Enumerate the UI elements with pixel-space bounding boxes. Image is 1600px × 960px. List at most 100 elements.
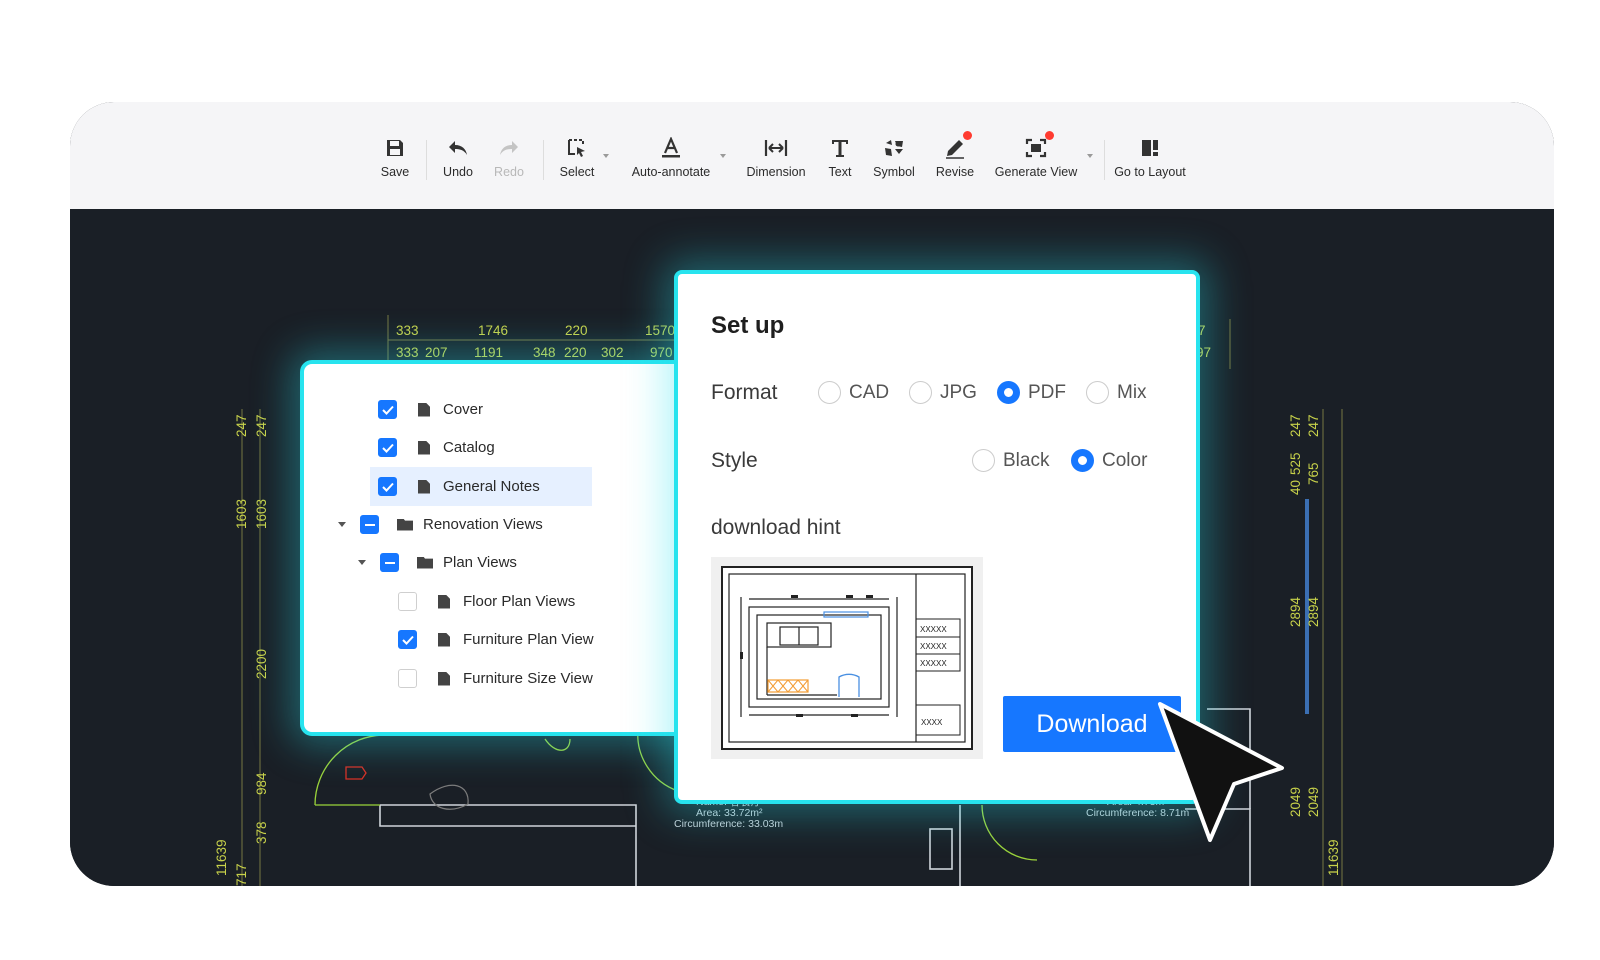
dim-text: 40 xyxy=(1288,480,1303,495)
tree-item[interactable]: Plan Views xyxy=(358,543,598,582)
dim-text: 1746 xyxy=(478,323,508,338)
tree-item-selected[interactable]: General Notes xyxy=(370,467,592,506)
dim-text: 247 xyxy=(254,414,269,437)
radio-unselected[interactable] xyxy=(1086,381,1109,404)
select-dropdown-caret[interactable] xyxy=(603,154,609,158)
setup-title: Set up xyxy=(711,312,785,339)
check-icon xyxy=(381,482,394,492)
revise-button[interactable]: Revise xyxy=(909,136,1001,179)
setup-dialog: Set up Format CAD JPG PDF Mix Style Blac… xyxy=(674,270,1200,804)
dim-text: 333 xyxy=(396,323,419,338)
dim-text: 970 xyxy=(650,345,673,360)
tree-item-label: General Notes xyxy=(443,478,540,495)
tree-item-label: Catalog xyxy=(443,439,495,456)
revise-notification-dot xyxy=(963,131,972,140)
checkbox-partial[interactable] xyxy=(380,553,399,572)
file-icon xyxy=(438,632,450,647)
symbol-icon xyxy=(882,136,906,160)
tree-item[interactable]: Cover xyxy=(378,390,598,429)
radio-selected[interactable] xyxy=(997,381,1020,404)
auto-annotate-label: Auto-annotate xyxy=(631,165,711,179)
dim-text: 247 xyxy=(1288,414,1303,437)
generate-view-icon xyxy=(1024,136,1048,160)
save-label: Save xyxy=(380,165,410,179)
tree-item-label: Furniture Plan View xyxy=(463,631,594,648)
select-button[interactable]: Select xyxy=(531,136,623,179)
tree-item-label: Plan Views xyxy=(443,554,517,571)
dim-text: 11639 xyxy=(214,839,229,876)
style-option-black[interactable]: Black xyxy=(972,449,1049,472)
layout-icon xyxy=(1138,136,1162,160)
checkbox-unchecked[interactable] xyxy=(398,592,417,611)
expand-arrow-icon[interactable] xyxy=(338,522,346,527)
radio-unselected[interactable] xyxy=(818,381,841,404)
tree-item[interactable]: Catalog xyxy=(378,428,598,467)
checkbox-checked[interactable] xyxy=(378,477,397,496)
checkbox-partial[interactable] xyxy=(360,515,379,534)
generate-view-button[interactable]: Generate View xyxy=(990,136,1082,179)
checkbox-checked[interactable] xyxy=(378,400,397,419)
dim-text: 348 xyxy=(533,345,556,360)
format-option-jpg[interactable]: JPG xyxy=(909,381,977,404)
room-label: Circumference: 33.03m xyxy=(674,818,783,830)
mouse-cursor-icon xyxy=(1150,700,1290,855)
download-hint-preview: XXXXX XXXXX XXXXX XXXX xyxy=(711,557,983,759)
file-icon xyxy=(438,594,450,609)
radio-label: Mix xyxy=(1117,381,1147,403)
tree-item[interactable]: Renovation Views xyxy=(338,505,598,544)
tree-item-label: Floor Plan Views xyxy=(463,593,576,610)
checkbox-unchecked[interactable] xyxy=(398,669,417,688)
tree-item[interactable]: Furniture Size View xyxy=(398,659,618,698)
redo-icon xyxy=(497,136,521,160)
dim-text: 302 xyxy=(601,345,624,360)
format-option-cad[interactable]: CAD xyxy=(818,381,889,404)
auto-annotate-button[interactable]: Auto-annotate xyxy=(625,136,717,179)
dim-text: 1191 xyxy=(474,345,503,360)
dim-text: 333 xyxy=(396,345,419,360)
tree-item-label: Cover xyxy=(443,401,484,418)
radio-label: PDF xyxy=(1028,381,1066,403)
go-to-layout-button[interactable]: Go to Layout xyxy=(1104,136,1196,179)
tree-item[interactable]: Floor Plan Views xyxy=(398,582,618,621)
radio-label: Color xyxy=(1102,449,1148,471)
radio-selected[interactable] xyxy=(1071,449,1094,472)
dim-text: 984 xyxy=(254,772,269,795)
redo-label: Redo xyxy=(494,165,524,179)
radio-unselected[interactable] xyxy=(972,449,995,472)
format-option-pdf[interactable]: PDF xyxy=(997,381,1066,404)
select-label: Select xyxy=(559,165,595,179)
dim-text: 1570 xyxy=(645,323,675,338)
dim-text: 1603 xyxy=(254,499,269,529)
generate-view-dropdown-caret[interactable] xyxy=(1087,154,1093,158)
file-icon xyxy=(418,402,430,417)
dim-text: 220 xyxy=(564,345,587,360)
floor-plan-preview-image: XXXXX XXXXX XXXXX XXXX xyxy=(721,566,973,750)
select-icon xyxy=(565,136,589,160)
file-icon xyxy=(438,671,450,686)
expand-arrow-icon[interactable] xyxy=(358,560,366,565)
checkbox-checked[interactable] xyxy=(398,630,417,649)
file-icon xyxy=(418,479,430,494)
radio-unselected[interactable] xyxy=(909,381,932,404)
style-option-color[interactable]: Color xyxy=(1071,449,1147,472)
dim-text: 220 xyxy=(565,323,588,338)
toolbar: Save Undo Redo Select Auto-annotate Dime… xyxy=(70,102,1554,209)
radio-label: JPG xyxy=(940,381,977,403)
dim-text: 247 xyxy=(234,414,249,437)
style-label: Style xyxy=(711,449,758,472)
format-label: Format xyxy=(711,381,778,404)
auto-annotate-dropdown-caret[interactable] xyxy=(720,154,726,158)
go-to-layout-label: Go to Layout xyxy=(1114,165,1186,179)
generate-view-label: Generate View xyxy=(994,165,1078,179)
save-icon xyxy=(383,136,407,160)
preview-text: XXXXX xyxy=(920,625,947,634)
dim-text: 525 xyxy=(1288,452,1303,475)
auto-annotate-icon xyxy=(659,136,683,160)
app-frame: Save Undo Redo Select Auto-annotate Dime… xyxy=(70,102,1554,886)
preview-text: XXXXX xyxy=(920,659,947,668)
tree-item[interactable]: Furniture Plan View xyxy=(398,620,618,659)
check-icon xyxy=(381,405,394,415)
generate-view-notification-dot xyxy=(1045,131,1054,140)
format-option-mix[interactable]: Mix xyxy=(1086,381,1147,404)
checkbox-checked[interactable] xyxy=(378,438,397,457)
